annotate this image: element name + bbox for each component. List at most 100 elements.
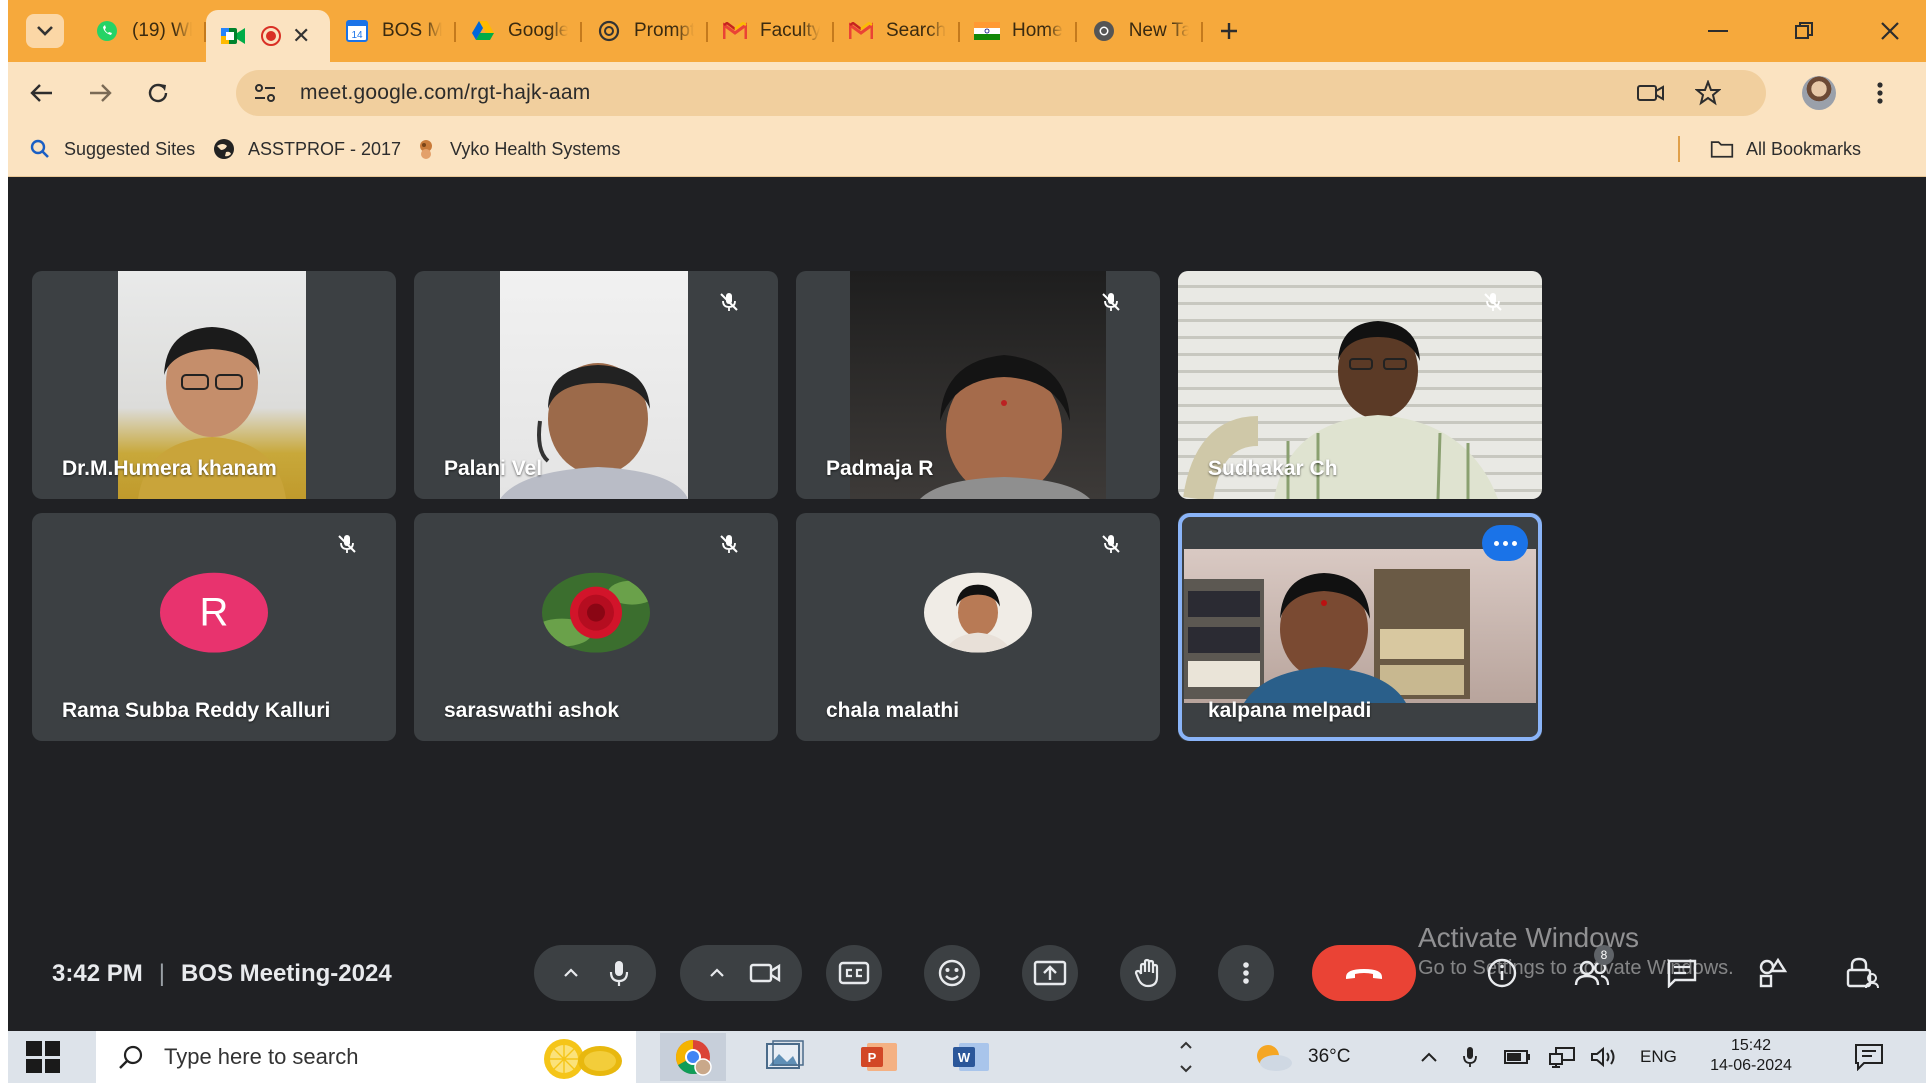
taskbar-chrome[interactable]	[660, 1033, 726, 1081]
tab-meet-active[interactable]: ✕	[206, 10, 330, 62]
leave-call-button[interactable]	[1312, 945, 1416, 1001]
browser-toolbar: meet.google.com/rgt-hajk-aam	[8, 62, 1926, 124]
notifications-button[interactable]	[1854, 1043, 1884, 1071]
meeting-details-button[interactable]	[1478, 949, 1526, 997]
chat-button[interactable]	[1658, 949, 1706, 997]
site-info-icon[interactable]	[250, 79, 280, 107]
clock-time: 15:42	[1730, 1037, 1772, 1054]
bookmark-asstprof[interactable]: ASSTPROF - 2017	[212, 137, 401, 161]
participant-count-badge: 8	[1594, 945, 1614, 965]
shapes-icon	[1759, 957, 1788, 988]
show-hidden-icons-button[interactable]	[1420, 1043, 1438, 1071]
weather-widget[interactable]: 36°C	[1250, 1043, 1350, 1071]
battery-icon[interactable]	[1504, 1043, 1532, 1071]
close-window-button[interactable]	[1870, 14, 1910, 48]
captions-button[interactable]	[826, 945, 882, 1001]
chrome-icon	[676, 1040, 712, 1076]
svg-text:P: P	[868, 1050, 877, 1065]
participant-name: Palani Vel	[444, 457, 543, 480]
tab-search[interactable]: Search	[834, 8, 960, 54]
activities-button[interactable]	[1748, 949, 1796, 997]
back-button[interactable]	[22, 74, 62, 112]
present-to-all-icon	[1033, 960, 1067, 986]
raise-hand-button[interactable]	[1120, 945, 1176, 1001]
more-options-button[interactable]	[1482, 525, 1528, 561]
star-bookmark-icon[interactable]	[1693, 79, 1723, 107]
present-screen-button[interactable]	[1022, 945, 1078, 1001]
participant-tile[interactable]: saraswathi ashok	[414, 513, 778, 741]
dot-icon	[1502, 540, 1508, 546]
recording-icon	[258, 25, 284, 47]
bookmark-label: ASSTPROF - 2017	[248, 138, 402, 159]
participant-tile[interactable]: Sudhakar Ch	[1178, 271, 1542, 499]
tab-label: Search	[886, 20, 946, 41]
tab-home[interactable]: Home	[960, 8, 1077, 54]
all-bookmarks-button[interactable]: All Bookmarks	[1710, 137, 1861, 161]
dot-icon	[1493, 540, 1499, 546]
tab-whatsapp[interactable]: (19) Wh	[80, 8, 206, 54]
address-bar[interactable]: meet.google.com/rgt-hajk-aam	[236, 70, 1766, 116]
tab-faculty[interactable]: Faculty	[708, 8, 834, 54]
meeting-time: 3:42 PM	[52, 960, 143, 987]
taskbar-powerpoint[interactable]: P	[846, 1033, 912, 1081]
browser-menu-button[interactable]	[1870, 76, 1890, 110]
microphone-tray-icon[interactable]	[1462, 1043, 1478, 1071]
microphone-button[interactable]	[595, 945, 643, 1001]
participant-tile-active[interactable]: kalpana melpadi	[1178, 513, 1542, 741]
tab-new[interactable]: New Ta	[1077, 8, 1203, 54]
taskbar-search-box[interactable]: Type here to search	[96, 1031, 636, 1083]
participant-tile[interactable]: R Rama Subba Reddy Kalluri	[32, 513, 396, 741]
taskbar-photos[interactable]	[752, 1033, 818, 1081]
start-button[interactable]	[26, 1041, 60, 1073]
profile-avatar[interactable]	[1802, 76, 1836, 110]
people-button[interactable]: 8	[1568, 945, 1616, 997]
taskbar-word[interactable]: W	[938, 1033, 1004, 1081]
avatar: R	[160, 572, 268, 653]
avatar-initial: R	[199, 590, 229, 635]
restore-button[interactable]	[1784, 14, 1824, 48]
participant-tile[interactable]: Padmaja R	[796, 271, 1160, 499]
tab-google[interactable]: Google	[456, 8, 582, 54]
audio-controls	[534, 945, 656, 1001]
forward-button[interactable]	[80, 74, 120, 112]
reactions-button[interactable]	[924, 945, 980, 1001]
minimize-button[interactable]	[1698, 14, 1738, 48]
windows-logo-icon	[44, 1041, 60, 1056]
more-options-button[interactable]	[1218, 945, 1274, 1001]
microphone-icon	[609, 961, 629, 986]
tab-label: (19) Wh	[132, 20, 192, 41]
tab-prompt[interactable]: Prompt	[582, 8, 708, 54]
notification-icon	[1855, 1044, 1883, 1071]
participant-tile[interactable]: chala malathi	[796, 513, 1160, 741]
video-options-button[interactable]	[693, 945, 741, 1001]
new-tab-button[interactable]	[1209, 11, 1249, 51]
more-vert-icon	[1243, 962, 1249, 984]
globe-icon	[212, 137, 236, 161]
meet-icon	[220, 25, 246, 47]
url-text[interactable]: meet.google.com/rgt-hajk-aam	[300, 81, 590, 105]
chevron-up-icon	[710, 968, 724, 977]
taskbar-scroll-control[interactable]	[1174, 1033, 1198, 1081]
participant-tile[interactable]: Palani Vel	[414, 271, 778, 499]
audio-options-button[interactable]	[547, 945, 595, 1001]
hand-icon	[1134, 958, 1159, 988]
tab-search-button[interactable]	[26, 14, 64, 48]
gmail-icon	[848, 20, 874, 42]
language-indicator[interactable]: ENG	[1640, 1043, 1677, 1071]
reload-button[interactable]	[138, 74, 178, 112]
bookmark-suggested-sites[interactable]: Suggested Sites	[28, 137, 195, 161]
tab-bos[interactable]: 14 BOS M	[330, 8, 456, 54]
bookmark-label: Suggested Sites	[64, 138, 196, 159]
camera-in-use-icon[interactable]	[1636, 79, 1666, 107]
volume-icon[interactable]	[1590, 1043, 1620, 1071]
clock[interactable]: 15:42 14-06-2024	[1708, 1036, 1794, 1076]
camera-button[interactable]	[741, 945, 789, 1001]
host-controls-button[interactable]	[1838, 949, 1886, 997]
participant-tile[interactable]: Dr.M.Humera khanam	[32, 271, 396, 499]
bookmark-vyko[interactable]: Vyko Health Systems	[414, 137, 620, 161]
network-icon[interactable]	[1548, 1043, 1576, 1071]
vyko-icon	[414, 137, 438, 161]
close-tab-icon[interactable]: ✕	[292, 23, 310, 49]
plus-icon	[1220, 23, 1237, 39]
person-silhouette-icon	[1184, 569, 1470, 703]
